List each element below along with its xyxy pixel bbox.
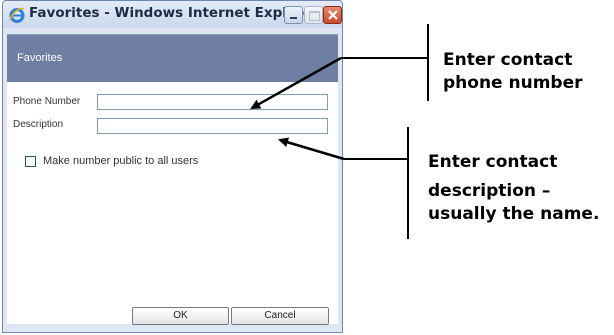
description-annotation-arrow bbox=[278, 137, 345, 161]
description-annotation-line-2: description – bbox=[428, 181, 551, 201]
phone-annotation-arrow bbox=[250, 56, 342, 110]
phone-annotation-line-1: Enter contact bbox=[443, 50, 573, 70]
description-annotation-line-3: usually the name. bbox=[428, 204, 600, 224]
description-annotation-line-1: Enter contact bbox=[428, 152, 558, 172]
phone-annotation-line-2: phone number bbox=[443, 73, 583, 93]
